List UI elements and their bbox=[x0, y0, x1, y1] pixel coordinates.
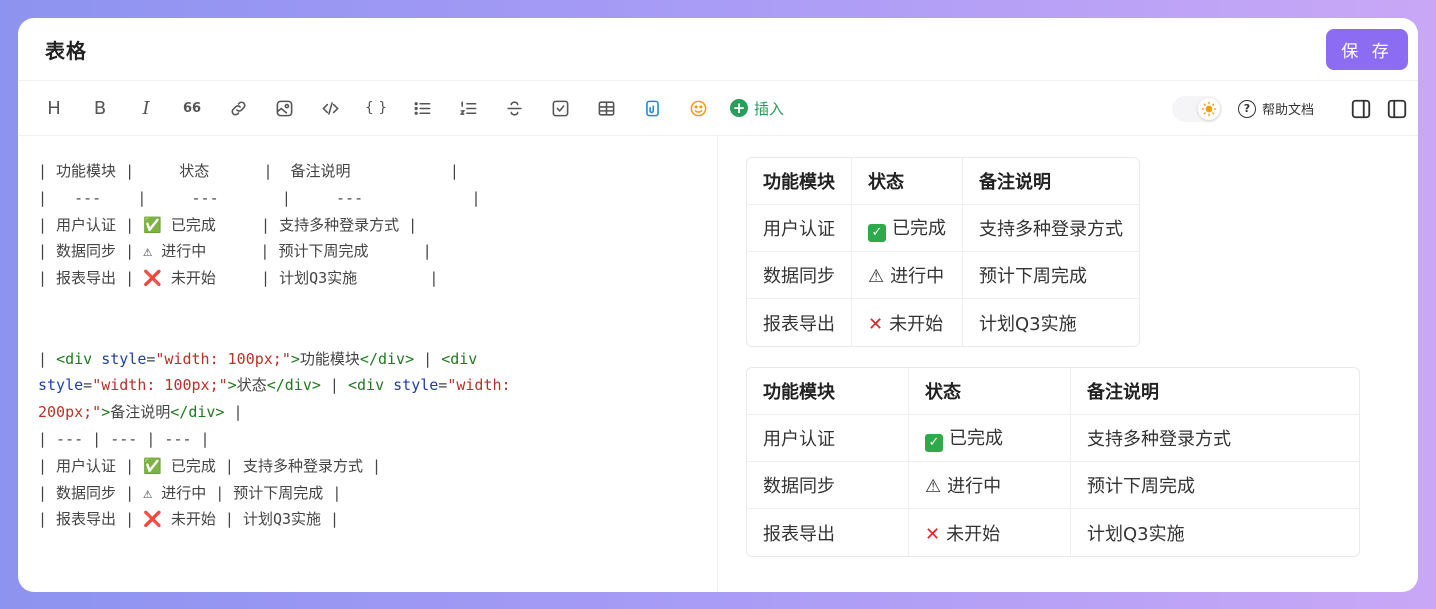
code-line: | 数据同步 | ⚠ 进行中 | 预计下周完成 | bbox=[38, 242, 432, 261]
image-button[interactable] bbox=[270, 94, 298, 122]
preview-table-1: 功能模块 状态 备注说明 用户认证 ✓ 已完成 支持多种登录方式 数据同步 ⚠ 进行… bbox=[746, 157, 1140, 347]
emoji-button[interactable] bbox=[684, 94, 712, 122]
bullet-list-button[interactable] bbox=[408, 94, 436, 122]
table-header: 备注说明 bbox=[1071, 368, 1359, 415]
table-header: 功能模块 bbox=[747, 158, 852, 205]
sun-icon bbox=[1197, 97, 1220, 120]
code-line: | 报表导出 | ❌ 未开始 | 计划Q3实施 | bbox=[38, 269, 439, 288]
quote-button[interactable]: 66 bbox=[178, 94, 206, 122]
help-docs-link[interactable]: ? 帮助文档 bbox=[1237, 99, 1314, 118]
emoji-icon bbox=[690, 100, 706, 116]
warning-icon: ⚠ bbox=[868, 266, 885, 287]
italic-button[interactable]: I bbox=[132, 94, 160, 122]
toggle-left-panel-icon[interactable] bbox=[1386, 98, 1408, 120]
table-row: 数据同步 ⚠ 进行中 预计下周完成 bbox=[747, 252, 1139, 299]
strikethrough-icon bbox=[506, 100, 522, 116]
link-icon bbox=[230, 100, 246, 116]
ordered-list-button[interactable] bbox=[454, 94, 482, 122]
strikethrough-button[interactable] bbox=[500, 94, 528, 122]
table-header: 备注说明 bbox=[963, 158, 1139, 205]
content-area: | 功能模块 | 状态 | 备注说明 | | --- | --- | --- |… bbox=[18, 136, 1418, 592]
code-line: | 功能模块 | 状态 | 备注说明 | bbox=[38, 162, 459, 180]
code-line: | 用户认证 | ✅ 已完成 | 支持多种登录方式 | bbox=[38, 215, 418, 234]
code-line: style="width: 100px;">状态</div> | <div st… bbox=[38, 376, 511, 395]
code-line: | 报表导出 | ❌ 未开始 | 计划Q3实施 | bbox=[38, 510, 340, 529]
link-button[interactable] bbox=[224, 94, 252, 122]
check-icon: ✓ bbox=[925, 433, 943, 452]
file-attach-icon bbox=[645, 100, 659, 116]
checkbox-icon bbox=[552, 100, 568, 116]
table-button[interactable] bbox=[592, 94, 620, 122]
table-row: 报表导出 ✕ 未开始 计划Q3实施 bbox=[747, 509, 1359, 556]
heading-button[interactable]: H bbox=[40, 94, 68, 122]
table-header: 状态 bbox=[852, 158, 963, 205]
plus-circle-icon: + bbox=[730, 99, 748, 117]
table-row: 报表导出 ✕ 未开始 计划Q3实施 bbox=[747, 299, 1139, 346]
task-list-button[interactable] bbox=[546, 94, 574, 122]
code-line: 200px;">备注说明</div> | bbox=[38, 403, 243, 422]
code-block-button[interactable]: { } bbox=[362, 94, 390, 122]
help-label: 帮助文档 bbox=[1261, 103, 1314, 118]
code-button[interactable] bbox=[316, 94, 344, 122]
table-row: 用户认证 ✓ 已完成 支持多种登录方式 bbox=[747, 415, 1359, 462]
markdown-editor[interactable]: | 功能模块 | 状态 | 备注说明 | | --- | --- | --- |… bbox=[18, 136, 718, 592]
bullet-list-icon bbox=[414, 101, 430, 115]
toolbar: H B I 66 { } + 插入 ? 帮助文档 bbox=[18, 81, 1418, 136]
image-icon bbox=[276, 100, 292, 116]
insert-button[interactable]: + 插入 bbox=[730, 98, 784, 119]
code-line: | --- | --- | --- | bbox=[38, 188, 481, 207]
preview-pane: 功能模块 状态 备注说明 用户认证 ✓ 已完成 支持多种登录方式 数据同步 ⚠ 进行… bbox=[718, 136, 1418, 592]
code-icon bbox=[321, 101, 339, 115]
check-icon: ✓ bbox=[868, 223, 886, 242]
help-icon: ? bbox=[1237, 99, 1256, 118]
code-line: | --- | --- | --- | bbox=[38, 429, 210, 448]
toggle-right-panel-icon[interactable] bbox=[1350, 98, 1372, 120]
preview-table-2: 功能模块 状态 备注说明 用户认证 ✓ 已完成 支持多种登录方式 数据同步 ⚠ 进行… bbox=[746, 367, 1360, 557]
theme-toggle[interactable] bbox=[1171, 95, 1222, 122]
cross-icon: ✕ bbox=[868, 313, 884, 335]
editor-window: 表格 保 存 H B I 66 { } + 插入 ? 帮助文档 | 功能模块 |… bbox=[18, 18, 1418, 592]
code-line: | <div style="width: 100px;">功能模块</div> … bbox=[38, 349, 487, 368]
table-header: 状态 bbox=[909, 368, 1071, 415]
code-line: | 用户认证 | ✅ 已完成 | 支持多种登录方式 | bbox=[38, 456, 382, 475]
table-row: 用户认证 ✓ 已完成 支持多种登录方式 bbox=[747, 205, 1139, 252]
warning-icon: ⚠ bbox=[925, 476, 942, 497]
attachment-button[interactable] bbox=[638, 94, 666, 122]
ordered-list-icon bbox=[459, 100, 476, 115]
table-header: 功能模块 bbox=[747, 368, 909, 415]
table-icon bbox=[598, 100, 614, 116]
code-line: | 数据同步 | ⚠ 进行中 | 预计下周完成 | bbox=[38, 483, 342, 502]
bold-button[interactable]: B bbox=[86, 94, 114, 122]
insert-label: 插入 bbox=[754, 99, 785, 118]
save-button[interactable]: 保 存 bbox=[1326, 28, 1408, 70]
table-row: 数据同步 ⚠ 进行中 预计下周完成 bbox=[747, 462, 1359, 509]
cross-icon: ✕ bbox=[925, 523, 941, 545]
page-title: 表格 bbox=[45, 38, 87, 63]
header: 表格 保 存 bbox=[18, 18, 1418, 81]
